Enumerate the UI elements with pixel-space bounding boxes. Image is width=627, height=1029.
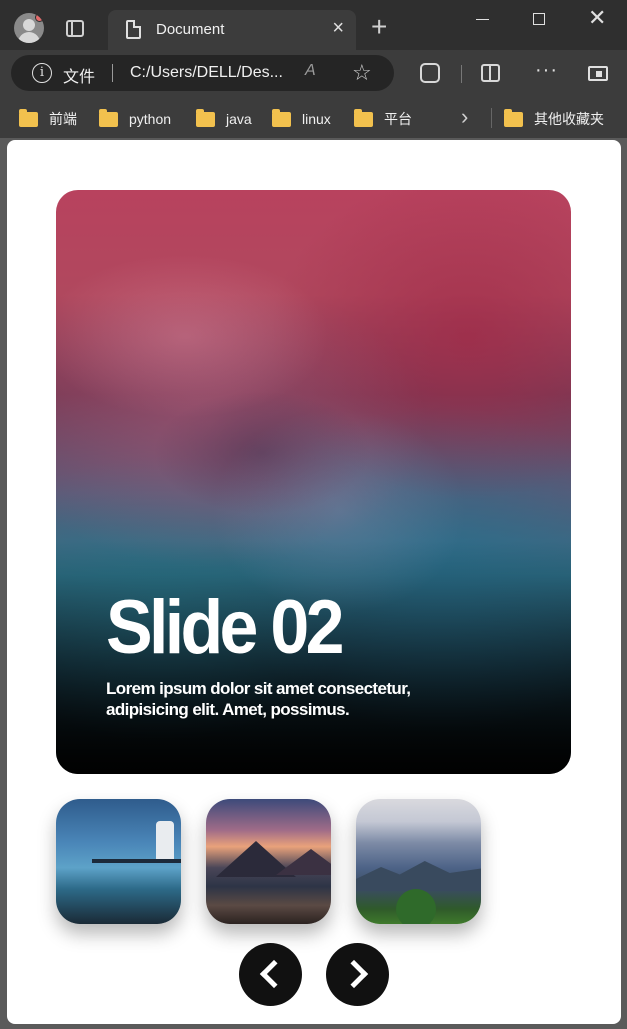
bookmark-folder[interactable]: java — [196, 108, 252, 130]
folder-icon — [19, 108, 38, 127]
bookmark-label: 前端 — [49, 111, 77, 127]
chevron-left-icon — [259, 959, 289, 989]
tab-title: Document — [156, 21, 225, 38]
folder-icon — [272, 108, 291, 127]
page-viewport: Slide 02 Lorem ipsum dolor sit amet cons… — [7, 140, 621, 1024]
slide-description: Lorem ipsum dolor sit amet consectetur, … — [106, 679, 411, 719]
slide-title: Slide 02 — [106, 585, 345, 670]
thumbnail-pier[interactable] — [56, 799, 181, 924]
next-slide-button[interactable] — [326, 943, 389, 1006]
chevron-right-icon — [339, 959, 369, 989]
avatar-head — [23, 19, 35, 31]
bookmark-folder[interactable]: 前端 — [19, 108, 77, 130]
document-icon — [126, 20, 141, 39]
bookmark-label: python — [129, 111, 172, 127]
more-menu-icon[interactable]: ··· — [535, 59, 558, 82]
favorite-star-icon[interactable]: ☆ — [352, 60, 372, 86]
tab-document[interactable]: Document × — [108, 10, 356, 50]
thumbnail-fjord[interactable] — [206, 799, 331, 924]
notification-dot — [35, 13, 44, 22]
split-screen-icon[interactable] — [481, 64, 500, 82]
bookmarks-bar: 前端 python java linux 平台 其他收藏夹 — [0, 98, 627, 138]
bookmark-folder[interactable]: linux — [272, 108, 331, 130]
folder-icon — [196, 108, 215, 127]
mountain-shape — [276, 849, 331, 875]
tab-close-icon[interactable]: × — [332, 18, 344, 38]
lighthouse-shape — [156, 821, 174, 861]
previous-slide-button[interactable] — [239, 943, 302, 1006]
other-bookmarks-folder[interactable]: 其他收藏夹 — [504, 108, 604, 130]
address-divider — [112, 64, 113, 82]
folder-icon — [99, 108, 118, 127]
bookmark-label: 其他收藏夹 — [534, 111, 604, 127]
bookmark-label: 平台 — [384, 111, 412, 127]
address-bar[interactable]: i 文件 C:/Users/DELL/Des... A ☆ — [11, 55, 394, 91]
extensions-icon[interactable] — [420, 63, 440, 83]
folder-icon — [354, 108, 373, 127]
new-tab-button[interactable]: + — [371, 13, 387, 41]
maximize-icon[interactable] — [533, 13, 545, 25]
pier-shape — [92, 859, 181, 863]
address-toolbar: i 文件 C:/Users/DELL/Des... A ☆ ··· — [0, 50, 627, 98]
main-slide: Slide 02 Lorem ipsum dolor sit amet cons… — [56, 190, 571, 774]
ridge-shape — [356, 861, 481, 891]
folder-icon — [504, 108, 523, 127]
toolbar-divider — [461, 65, 462, 83]
avatar-body — [18, 32, 40, 43]
site-info-icon[interactable]: i — [32, 63, 52, 83]
title-bar: Document × + ✕ — [0, 0, 627, 50]
bookmark-label: java — [226, 111, 252, 127]
minimize-icon[interactable] — [476, 19, 489, 20]
sidebar-toggle-icon[interactable] — [588, 66, 608, 81]
bookmark-folder[interactable]: python — [99, 108, 171, 130]
window-close-icon[interactable]: ✕ — [588, 7, 606, 29]
read-aloud-icon[interactable]: A — [305, 62, 316, 80]
profile-avatar[interactable] — [14, 13, 44, 43]
tab-actions-icon[interactable] — [66, 20, 84, 37]
bookmark-folder[interactable]: 平台 — [354, 108, 412, 130]
scheme-label: 文件 — [63, 69, 96, 86]
url-text[interactable]: C:/Users/DELL/Des... — [130, 64, 283, 82]
bookmarks-divider — [491, 108, 492, 128]
thumbnail-valley[interactable] — [356, 799, 481, 924]
tree-shape — [396, 889, 436, 924]
bookmarks-overflow-chevron-icon[interactable]: › — [461, 104, 468, 130]
bookmark-label: linux — [302, 111, 331, 127]
